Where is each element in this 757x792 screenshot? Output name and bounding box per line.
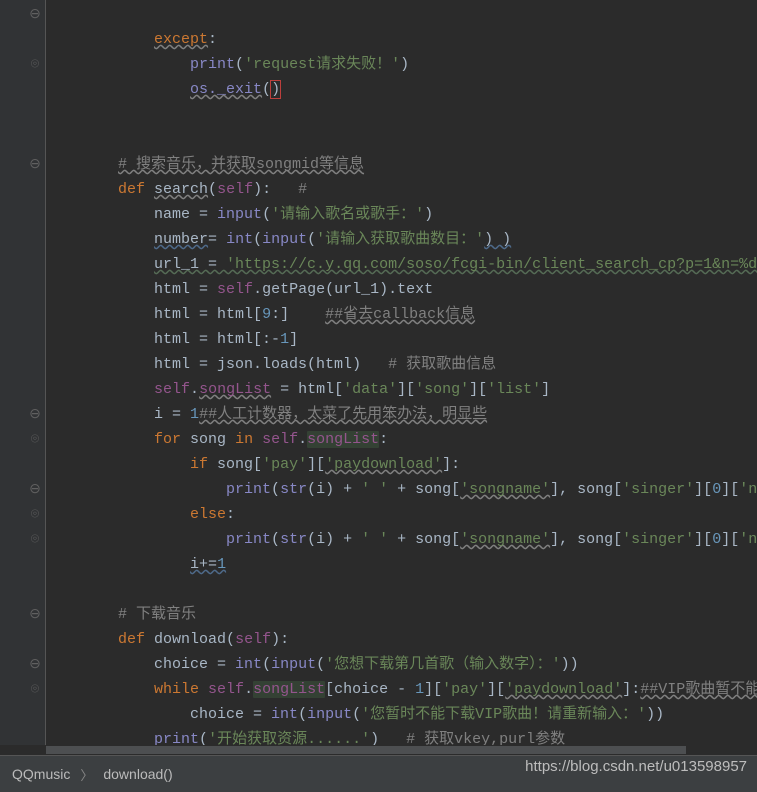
fold-mark[interactable]: ⊖ xyxy=(28,158,42,172)
chevron-right-icon: 〉 xyxy=(80,765,93,784)
breadcrumb-method[interactable]: download() xyxy=(103,766,172,782)
fold-end[interactable]: ⌾ xyxy=(28,683,42,697)
gutter: ⊖ ⌾ ⊖ ⊖ ⌾ ⊖ ⌾ ⌾ ⊖ ⊖ ⌾ xyxy=(0,0,46,745)
fold-mark[interactable]: ⊖ xyxy=(28,8,42,22)
fold-end[interactable]: ⌾ xyxy=(28,533,42,547)
breadcrumb-class[interactable]: QQmusic xyxy=(12,766,70,782)
fold-end[interactable]: ⌾ xyxy=(28,433,42,447)
editor-pane: ⊖ ⌾ ⊖ ⊖ ⌾ ⊖ ⌾ ⌾ ⊖ ⊖ ⌾ except: print('req… xyxy=(0,0,757,745)
scrollbar-thumb[interactable] xyxy=(46,746,686,754)
fold-mark[interactable]: ⊖ xyxy=(28,658,42,672)
watermark: https://blog.csdn.net/u013598957 xyxy=(525,758,747,775)
fold-mark[interactable]: ⊖ xyxy=(28,608,42,622)
horizontal-scrollbar[interactable] xyxy=(46,745,757,755)
fold-mark[interactable]: ⊖ xyxy=(28,483,42,497)
fold-mark[interactable]: ⊖ xyxy=(28,408,42,422)
fold-end[interactable]: ⌾ xyxy=(28,508,42,522)
code-area[interactable]: except: print('request请求失败！') os._exit()… xyxy=(46,0,757,745)
fold-end[interactable]: ⌾ xyxy=(28,58,42,72)
